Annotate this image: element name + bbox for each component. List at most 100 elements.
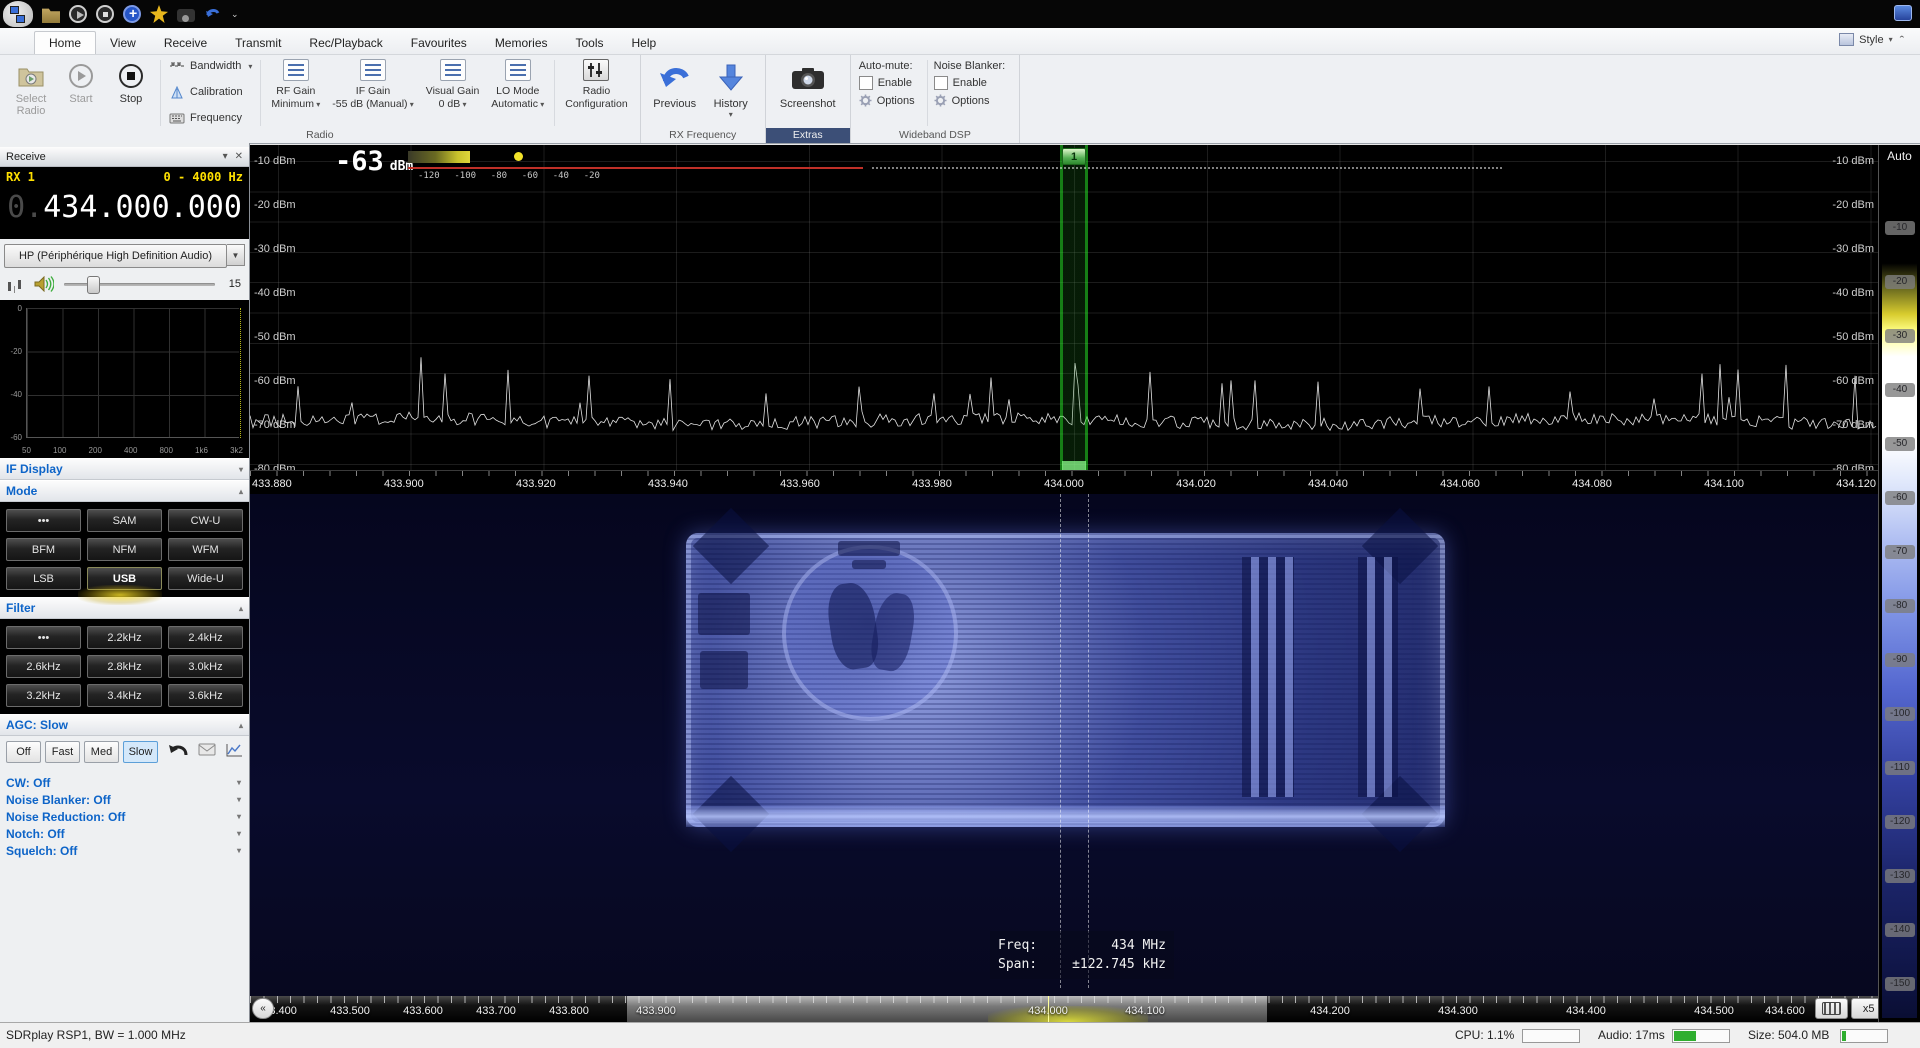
dsp-toggle-item[interactable]: Squelch: Off▾ <box>0 842 249 859</box>
ribbon-tab[interactable]: Favourites <box>397 32 481 54</box>
history-button[interactable]: History ▾ <box>703 58 759 119</box>
camera-icon[interactable] <box>177 9 195 22</box>
frequency-button[interactable]: Frequency <box>169 112 252 124</box>
filter-button[interactable]: 2.8kHz <box>87 655 162 678</box>
palette-auto-button[interactable]: Auto <box>1879 149 1920 163</box>
mode-button[interactable]: Wide-U <box>168 567 243 590</box>
frequency-scale[interactable]: 433.880433.900433.920433.940433.960433.9… <box>250 470 1878 495</box>
scroll-left-button[interactable]: « <box>252 998 274 1019</box>
rx-frequency-panel[interactable]: RX 1 0 - 4000 Hz 0.434.000.000 <box>0 167 249 239</box>
ribbon-tab[interactable]: Transmit <box>221 32 295 54</box>
window-corner-icon[interactable] <box>1894 5 1912 21</box>
agc-button[interactable]: Slow <box>123 741 158 763</box>
palette-gradient[interactable] <box>1882 170 1917 1018</box>
axis-tick-label: 800 <box>160 446 173 455</box>
stop-icon[interactable] <box>96 5 114 23</box>
ribbon-tab[interactable]: Tools <box>562 32 618 54</box>
agc-button[interactable]: Med <box>84 741 119 763</box>
filter-button[interactable]: 2.4kHz <box>168 626 243 649</box>
noise-blanker-options[interactable]: Options <box>934 94 1006 107</box>
agc-undo-icon[interactable] <box>167 742 189 763</box>
favourite-icon[interactable] <box>150 5 168 23</box>
mode-button[interactable]: NFM <box>87 538 162 561</box>
stop-button[interactable]: Stop <box>108 59 154 105</box>
mode-button[interactable]: SAM <box>87 509 162 532</box>
section-header-agc[interactable]: AGC: Slow▴ <box>0 714 249 736</box>
waterfall-display[interactable]: Freq:434 MHz Span:±122.745 kHz <box>250 494 1878 996</box>
checkbox-icon[interactable] <box>859 76 873 90</box>
style-control[interactable]: Style ▾ ⌃ <box>1839 33 1906 46</box>
agc-chart-icon[interactable] <box>225 743 243 762</box>
spectrum-display[interactable]: 1 -10 dBm-20 dBm-30 dBm-40 dBm-50 dBm-60… <box>250 145 1878 470</box>
filter-button[interactable]: 3.2kHz <box>6 684 81 707</box>
start-icon[interactable] <box>69 5 87 23</box>
ribbon-tab[interactable]: Home <box>34 31 96 54</box>
panel-close-icon[interactable]: ✕ <box>235 151 243 162</box>
levels-icon[interactable] <box>8 277 24 291</box>
mode-button[interactable]: CW-U <box>168 509 243 532</box>
audio-device-dropdown-icon[interactable]: ▼ <box>227 244 245 266</box>
add-icon[interactable] <box>123 5 141 23</box>
section-header-filter[interactable]: Filter▴ <box>0 597 249 619</box>
filter-button[interactable]: 2.6kHz <box>6 655 81 678</box>
rx-marker-badge[interactable]: 1 <box>1062 148 1086 165</box>
mode-button[interactable]: LSB <box>6 567 81 590</box>
ribbon-tab[interactable]: View <box>96 32 150 54</box>
select-radio-button[interactable]: Select Radio <box>8 59 54 117</box>
agc-button[interactable]: Off <box>6 741 41 763</box>
filter-button[interactable]: 3.6kHz <box>168 684 243 707</box>
audio-device-select[interactable]: HP (Périphérique High Definition Audio) <box>4 244 227 268</box>
section-header-if-display[interactable]: IF Display▾ <box>0 458 249 480</box>
waterfall-palette-bar[interactable]: Auto -10-20-30-40-50-60-70-80-90-100-110… <box>1878 145 1920 1022</box>
automute-enable[interactable]: Enable <box>859 76 915 90</box>
open-file-icon[interactable] <box>42 5 60 23</box>
navigation-frequency-label: 433.700 <box>476 1005 516 1017</box>
ribbon-dropdown-button[interactable]: RF Gain Minimum ▾ <box>268 58 323 112</box>
mode-button[interactable]: USB <box>87 567 162 590</box>
keyboard-entry-button[interactable] <box>1815 998 1848 1019</box>
mode-button[interactable]: ••• <box>6 509 81 532</box>
speaker-icon[interactable] <box>34 276 54 292</box>
ribbon-tab[interactable]: Rec/Playback <box>295 32 396 54</box>
screenshot-label: Screenshot <box>780 98 836 110</box>
dsp-toggle-item[interactable]: CW: Off▾ <box>0 774 249 791</box>
ribbon-tab[interactable]: Memories <box>481 32 562 54</box>
previous-button[interactable]: Previous <box>647 58 703 110</box>
filter-button[interactable]: 3.0kHz <box>168 655 243 678</box>
mode-button[interactable]: BFM <box>6 538 81 561</box>
calibration-button[interactable]: Calibration <box>169 86 252 99</box>
ribbon-dropdown-button[interactable]: LO Mode Automatic ▾ <box>488 58 547 112</box>
app-logo-icon[interactable] <box>3 1 33 27</box>
frequency-display[interactable]: 0.434.000.000 <box>0 190 249 225</box>
screenshot-button[interactable]: Screenshot <box>772 58 844 110</box>
ribbon-collapse-icon[interactable]: ⌃ <box>1898 35 1906 44</box>
undo-icon[interactable] <box>204 5 222 23</box>
filter-button[interactable]: 2.2kHz <box>87 626 162 649</box>
filter-button[interactable]: 3.4kHz <box>87 684 162 707</box>
agc-button[interactable]: Fast <box>45 741 80 763</box>
volume-slider-thumb[interactable] <box>87 276 100 294</box>
tuned-frequency-band[interactable] <box>1060 145 1088 470</box>
automute-options[interactable]: Options <box>859 94 915 107</box>
dsp-toggle-item[interactable]: Notch: Off▾ <box>0 825 249 842</box>
noise-blanker-enable[interactable]: Enable <box>934 76 1006 90</box>
ribbon-tab[interactable]: Help <box>618 32 671 54</box>
radio-configuration-button[interactable]: Radio Configuration <box>562 58 630 112</box>
filter-button[interactable]: ••• <box>6 626 81 649</box>
start-button[interactable]: Start <box>58 59 104 105</box>
volume-slider[interactable] <box>64 276 215 292</box>
panel-dropdown-icon[interactable]: ▾ <box>223 151 228 162</box>
dsp-toggle-item[interactable]: Noise Reduction: Off▾ <box>0 808 249 825</box>
ribbon-dropdown-button[interactable]: Visual Gain 0 dB ▾ <box>423 58 483 112</box>
ribbon-dropdown-button[interactable]: IF Gain -55 dB (Manual) ▾ <box>329 58 417 112</box>
mode-button[interactable]: WFM <box>168 538 243 561</box>
dsp-toggle-item[interactable]: Noise Blanker: Off▾ <box>0 791 249 808</box>
section-header-mode[interactable]: Mode▴ <box>0 480 249 502</box>
navigation-frequency-label: 434.600 <box>1765 1005 1805 1017</box>
bandwidth-button[interactable]: Bandwidth▾ <box>169 60 252 72</box>
qat-dropdown-icon[interactable]: ⌄ <box>231 5 239 23</box>
checkbox-icon[interactable] <box>934 76 948 90</box>
agc-envelope-icon[interactable] <box>198 743 216 761</box>
frequency-navigation-bar[interactable]: 433.400433.500433.600433.700433.800433.9… <box>250 996 1920 1022</box>
ribbon-tab[interactable]: Receive <box>150 32 221 54</box>
